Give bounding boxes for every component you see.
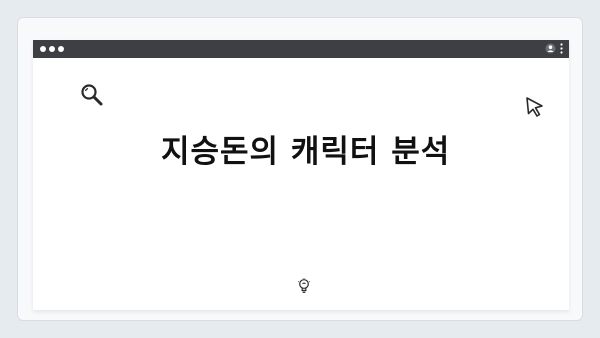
slide-title: 지승돈의 캐릭터 분석 xyxy=(161,134,451,170)
browser-titlebar xyxy=(33,40,569,58)
window-control-dot[interactable] xyxy=(49,46,55,52)
window-controls xyxy=(40,46,64,52)
profile-icon[interactable] xyxy=(545,43,556,54)
lightbulb-icon xyxy=(297,278,311,298)
titlebar-actions xyxy=(545,43,563,54)
window-control-dot[interactable] xyxy=(58,46,64,52)
window-control-dot[interactable] xyxy=(40,46,46,52)
cursor-icon xyxy=(524,96,546,122)
more-vertical-icon[interactable] xyxy=(560,43,563,54)
browser-window: 지승돈의 캐릭터 분석 xyxy=(33,40,569,310)
search-icon xyxy=(80,83,104,111)
